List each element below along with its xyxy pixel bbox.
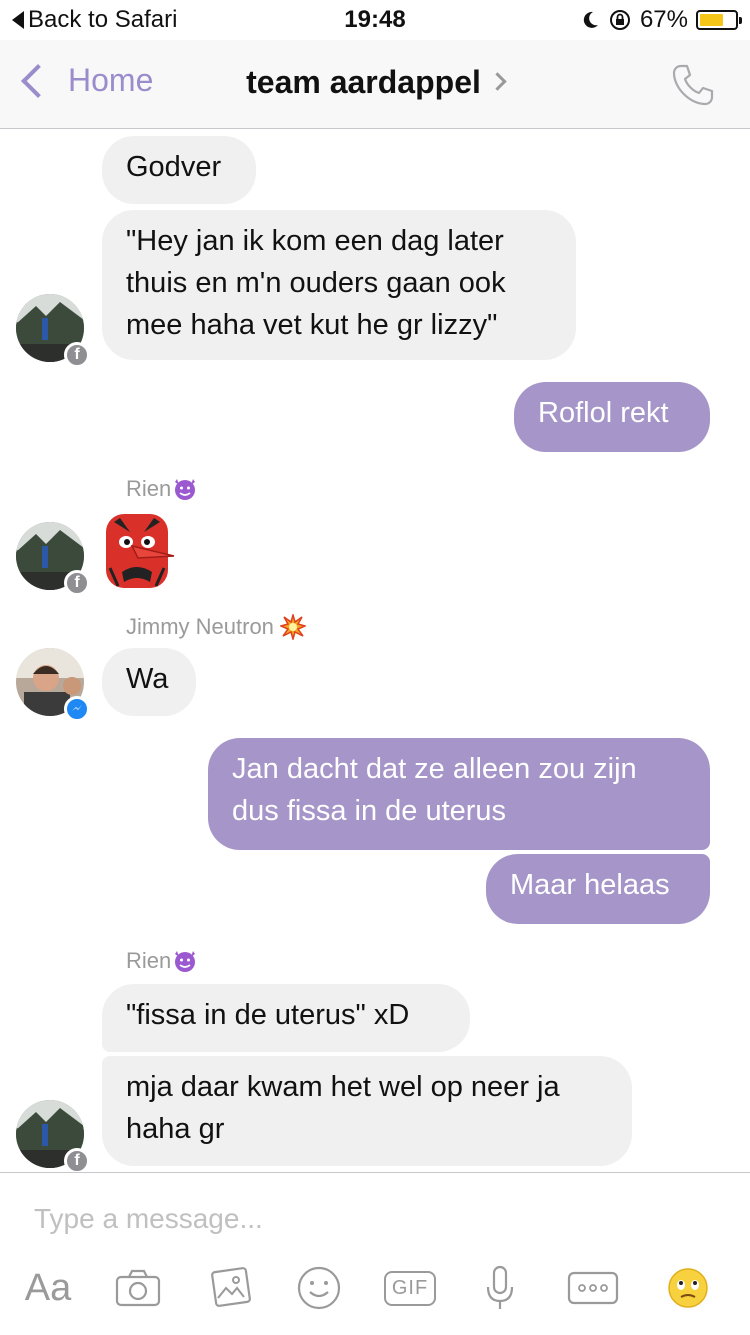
sender-name: Rien: [126, 948, 198, 974]
message-bubble[interactable]: "Hey jan ik kom een dag later thuis en m…: [102, 210, 576, 360]
gif-icon[interactable]: GIF: [382, 1263, 438, 1313]
sender-name: Jimmy Neutron: [126, 614, 306, 640]
composer-toolbar: Aa GIF: [0, 1263, 750, 1313]
red-tengu-mask-sticker[interactable]: [102, 508, 178, 592]
phone-icon[interactable]: [670, 62, 716, 108]
message-bubble[interactable]: Godver: [102, 136, 256, 204]
avatar-jimmy-neutron[interactable]: [16, 648, 90, 722]
conversation-title-text: team aardappel: [246, 64, 481, 100]
message-bubble[interactable]: Wa: [102, 648, 196, 716]
smiley-icon[interactable]: [294, 1263, 344, 1313]
battery-percent: 67%: [639, 6, 688, 33]
messenger-badge-icon: [64, 696, 90, 722]
sender-name: Rien: [126, 476, 198, 502]
sender-name-text: Rien: [126, 948, 172, 973]
conversation-title[interactable]: team aardappel: [0, 64, 750, 101]
moon-icon: [583, 11, 598, 28]
purple-devil-icon: [175, 479, 196, 500]
message-bubble[interactable]: "fissa in de uterus" xD: [102, 984, 470, 1052]
message-bubble[interactable]: Jan dacht dat ze alleen zou zijn dus fis…: [208, 738, 710, 850]
avatar-rien[interactable]: f: [16, 522, 90, 596]
facebook-badge-icon: f: [64, 1148, 90, 1174]
avatar-rien[interactable]: f: [16, 1100, 90, 1174]
chevron-right-icon: [488, 72, 507, 91]
purple-devil-icon: [175, 951, 196, 972]
collision-icon: [279, 614, 306, 640]
status-bar: Back to Safari 19:48 67%: [0, 0, 750, 40]
microphone-icon[interactable]: [480, 1263, 520, 1313]
rotation-lock-icon: [609, 10, 630, 30]
message-bubble[interactable]: Maar helaas: [486, 854, 710, 924]
composer: Type a message... Aa GIF: [0, 1172, 750, 1335]
gif-label: GIF: [383, 1270, 437, 1306]
emoji-icon[interactable]: [664, 1263, 712, 1313]
message-bubble[interactable]: mja daar kwam het wel op neer ja haha gr: [102, 1056, 632, 1166]
gallery-icon[interactable]: [202, 1263, 258, 1313]
message-input[interactable]: Type a message...: [34, 1203, 263, 1235]
camera-icon[interactable]: [110, 1263, 166, 1313]
aa-icon[interactable]: Aa: [20, 1263, 76, 1313]
battery-fill: [700, 14, 723, 26]
aa-label: Aa: [24, 1266, 72, 1309]
more-icon[interactable]: [566, 1263, 620, 1313]
facebook-badge-icon: f: [64, 342, 90, 368]
avatar-rien[interactable]: f: [16, 294, 90, 368]
nav-bar: Home team aardappel: [0, 40, 750, 129]
sender-name-text: Rien: [126, 476, 172, 501]
message-bubble[interactable]: Roflol rekt: [514, 382, 710, 452]
battery-icon: [696, 10, 742, 30]
facebook-badge-icon: f: [64, 570, 90, 596]
sender-name-text: Jimmy Neutron: [126, 614, 274, 639]
